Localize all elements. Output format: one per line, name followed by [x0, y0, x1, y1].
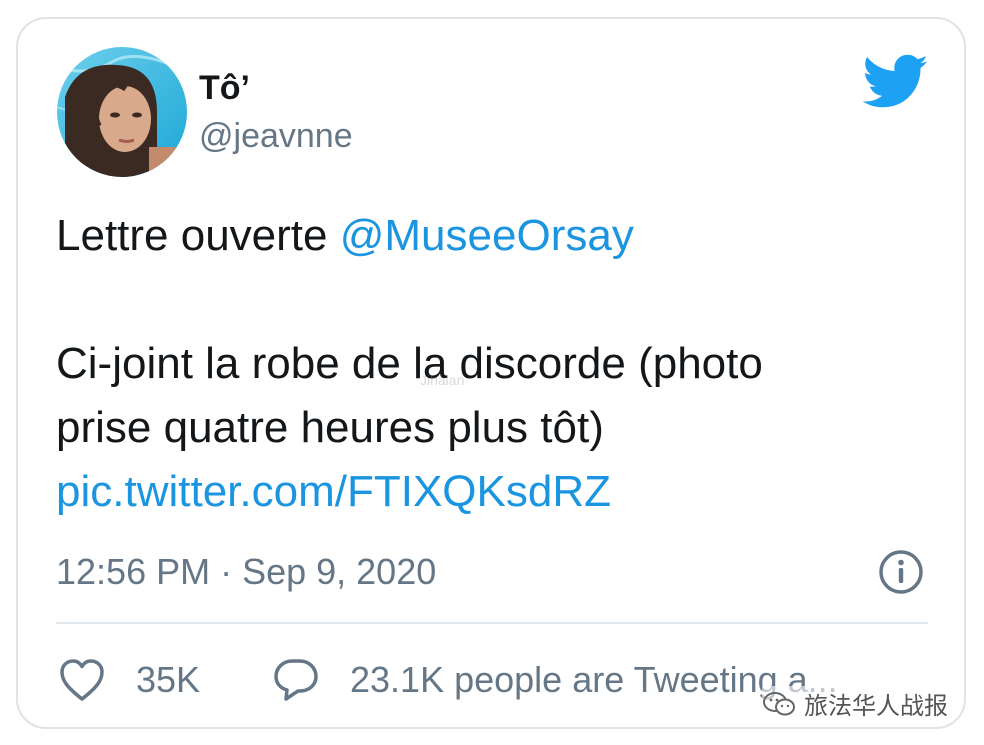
heart-icon — [58, 657, 106, 703]
tweet-text-prefix: Lettre ouverte — [56, 211, 340, 260]
tweet-card: Tô’ @jeavnne Lettre ouverte @MuseeOrsay … — [16, 17, 966, 729]
mention-link[interactable]: @MuseeOrsay — [340, 211, 634, 260]
watermark: 旅法华人战报 — [762, 686, 954, 722]
author-display-name[interactable]: Tô’ — [199, 69, 250, 108]
author-handle[interactable]: @jeavnne — [199, 117, 353, 156]
user-avatar-icon — [57, 47, 187, 177]
wechat-icon — [762, 690, 798, 718]
tweet-line-gap — [56, 268, 916, 332]
divider — [56, 622, 928, 624]
like-count: 35K — [136, 659, 201, 700]
watermark-text: 旅法华人战报 — [804, 693, 948, 720]
tweet-line-2: Ci-joint la robe de la discorde (photo — [56, 339, 763, 388]
media-link[interactable]: pic.twitter.com/FTIXQKsdRZ — [56, 460, 916, 524]
twitter-bird-icon[interactable] — [862, 54, 929, 110]
info-icon[interactable] — [878, 549, 924, 595]
tweet-line-1: Lettre ouverte @MuseeOrsay — [56, 204, 916, 268]
author-avatar[interactable] — [57, 47, 187, 177]
like-button[interactable]: 35K — [58, 651, 238, 711]
tweet-timestamp[interactable]: 12:56 PM · Sep 9, 2020 — [56, 551, 436, 593]
tweet-text: Lettre ouverte @MuseeOrsay Ci-joint la r… — [56, 204, 916, 524]
faint-watermark: Jihaian — [420, 372, 465, 388]
tweet-line-3: prise quatre heures plus tôt) — [56, 403, 604, 452]
speech-bubble-icon — [272, 657, 320, 703]
